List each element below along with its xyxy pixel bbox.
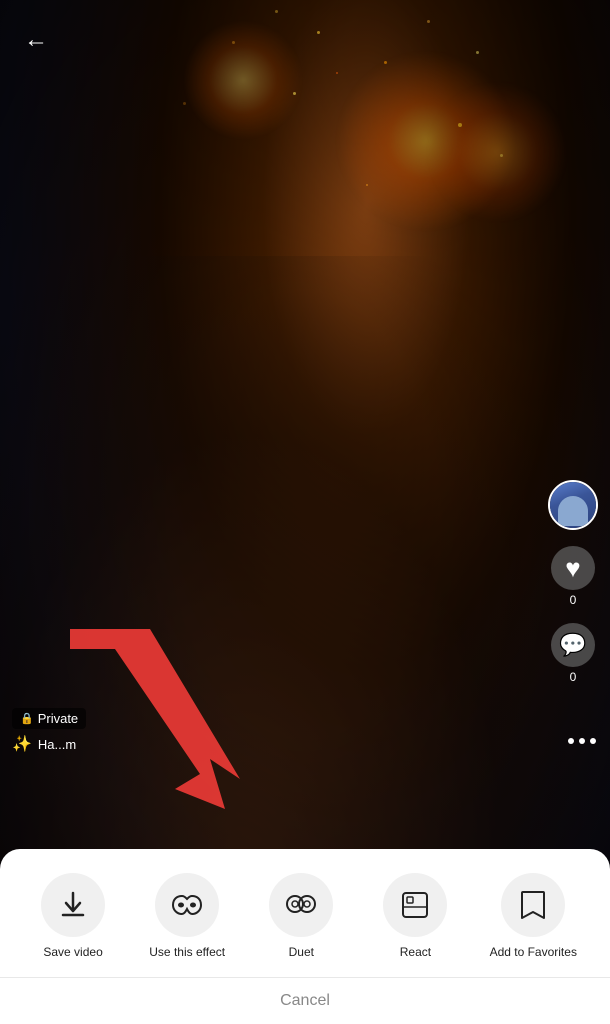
save-video-button[interactable] — [41, 873, 105, 937]
comment-action[interactable]: 💬 0 — [551, 623, 595, 684]
back-arrow-icon: ← — [24, 26, 48, 54]
dots-row — [568, 738, 596, 744]
right-sidebar: ♥ 0 💬 0 — [548, 480, 598, 684]
video-container: ← ♥ 0 💬 0 🔒 Privat — [0, 0, 610, 1024]
favorites-button[interactable] — [501, 873, 565, 937]
lock-icon: 🔒 — [20, 712, 34, 725]
save-video-label: Save video — [43, 945, 102, 961]
dot-1 — [568, 738, 574, 744]
react-label: React — [400, 945, 431, 961]
use-effect-label: Use this effect — [149, 945, 225, 961]
hashtag-text: Ha...m — [38, 737, 76, 752]
use-effect-action[interactable]: Use this effect — [147, 873, 227, 961]
duet-action[interactable]: Duet — [261, 873, 341, 961]
private-badge: 🔒 Private — [12, 708, 86, 729]
sparkle-icon: ✨ — [12, 734, 32, 754]
react-action[interactable]: React — [375, 873, 455, 961]
avatar[interactable] — [548, 480, 598, 530]
like-action[interactable]: ♥ 0 — [551, 546, 595, 607]
duet-icon — [284, 891, 318, 919]
favorites-action[interactable]: Add to Favorites — [490, 873, 577, 961]
comment-count: 0 — [570, 670, 577, 684]
use-effect-button[interactable] — [155, 873, 219, 937]
duet-label: Duet — [289, 945, 314, 961]
like-count: 0 — [570, 593, 577, 607]
back-button[interactable]: ← — [16, 20, 56, 60]
heart-icon: ♥ — [565, 553, 580, 584]
bottom-sheet: Save video Use this effect — [0, 849, 610, 1024]
more-options[interactable] — [568, 738, 596, 744]
private-label: Private — [38, 711, 78, 726]
cancel-label: Cancel — [280, 992, 330, 1009]
dot-3 — [590, 738, 596, 744]
favorites-label: Add to Favorites — [490, 945, 577, 961]
mask-icon — [171, 894, 203, 916]
actions-row: Save video Use this effect — [0, 865, 610, 977]
bookmark-icon — [520, 890, 546, 920]
music-row: ✨ Ha...m — [12, 734, 76, 754]
react-button[interactable] — [383, 873, 447, 937]
duet-button[interactable] — [269, 873, 333, 937]
cancel-row[interactable]: Cancel — [0, 977, 610, 1024]
dot-2 — [579, 738, 585, 744]
save-video-action[interactable]: Save video — [33, 873, 113, 961]
react-icon — [401, 891, 429, 919]
comment-icon: 💬 — [559, 632, 586, 658]
download-icon — [59, 891, 87, 919]
